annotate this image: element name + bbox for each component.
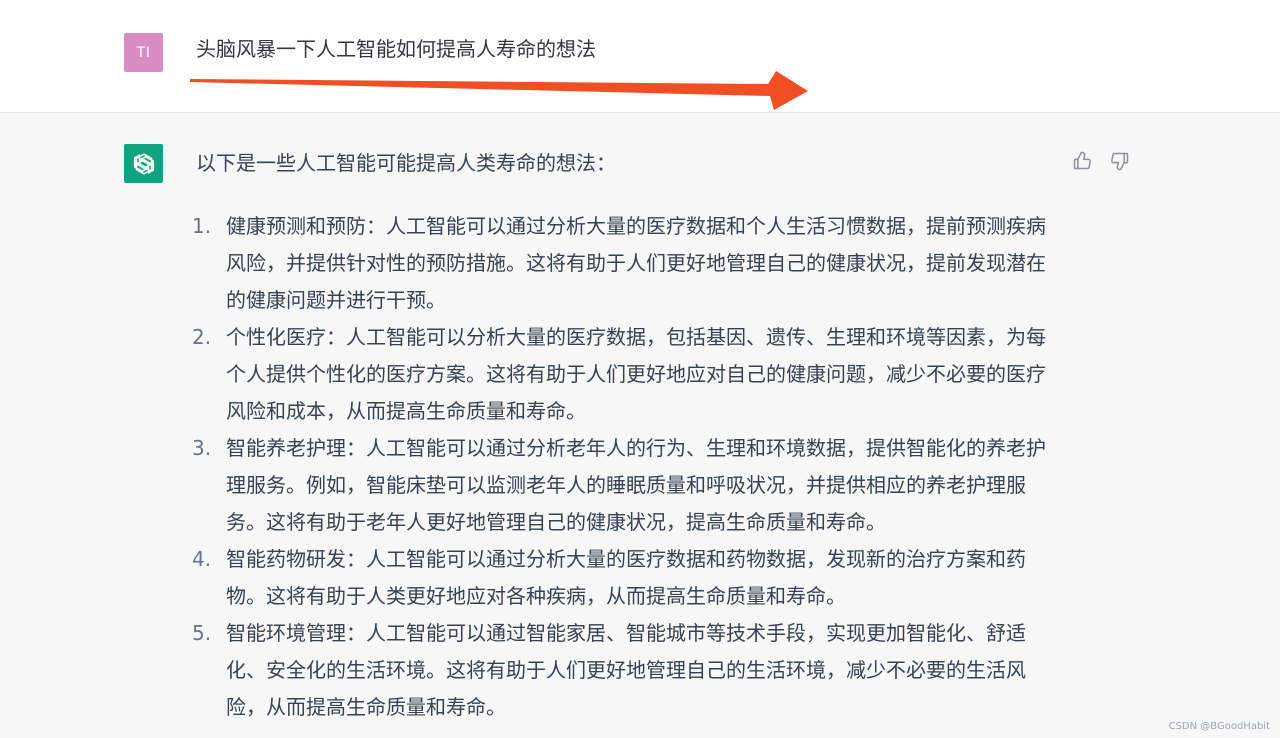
answer-list: 1. 健康预测和预防：人工智能可以通过分析大量的医疗数据和个人生活习惯数据，提前… [190,208,1050,726]
list-item: 4. 智能药物研发：人工智能可以通过分析大量的医疗数据和药物数据，发现新的治疗方… [190,541,1050,615]
assistant-intro-text: 以下是一些人工智能可能提高人类寿命的想法： [196,151,616,175]
list-item: 5. 智能环境管理：人工智能可以通过智能家居、智能城市等技术手段，实现更加智能化… [190,615,1050,726]
list-item-number: 5. [192,621,212,645]
list-item-text: 智能环境管理：人工智能可以通过智能家居、智能城市等技术手段，实现更加智能化、舒适… [226,621,1026,719]
list-item-number: 3. [192,436,212,460]
list-item-number: 1. [192,214,212,238]
assistant-avatar [124,144,163,183]
list-item: 3. 智能养老护理：人工智能可以通过分析老年人的行为、生理和环境数据，提供智能化… [190,430,1050,541]
watermark: CSDN @BGoodHabit [1168,721,1270,732]
list-item-text: 健康预测和预防：人工智能可以通过分析大量的医疗数据和个人生活习惯数据，提前预测疾… [226,214,1046,312]
user-avatar: TI [124,33,163,72]
user-message-text: 头脑风暴一下人工智能如何提高人寿命的想法 [196,37,596,61]
thumbs-down-button[interactable] [1108,149,1132,173]
list-item-text: 智能药物研发：人工智能可以通过分析大量的医疗数据和药物数据，发现新的治疗方案和药… [226,547,1026,608]
list-item: 1. 健康预测和预防：人工智能可以通过分析大量的医疗数据和个人生活习惯数据，提前… [190,208,1050,319]
list-item-text: 智能养老护理：人工智能可以通过分析老年人的行为、生理和环境数据，提供智能化的养老… [226,436,1046,534]
arrow-right-icon [190,71,808,110]
list-item-number: 2. [192,325,212,349]
assistant-message-row: 以下是一些人工智能可能提高人类寿命的想法： 1. 健康预测和预防：人工智能可以通… [0,113,1280,738]
thumbs-up-button[interactable] [1070,149,1094,173]
openai-logo-icon [133,152,154,175]
user-avatar-initials: TI [136,44,151,61]
list-item-text: 个性化医疗：人工智能可以分析大量的医疗数据，包括基因、遗传、生理和环境等因素，为… [226,325,1046,423]
list-item: 2. 个性化医疗：人工智能可以分析大量的医疗数据，包括基因、遗传、生理和环境等因… [190,319,1050,430]
thumbs-down-icon [1111,152,1129,171]
thumbs-up-icon [1073,151,1091,170]
list-item-number: 4. [192,547,212,571]
